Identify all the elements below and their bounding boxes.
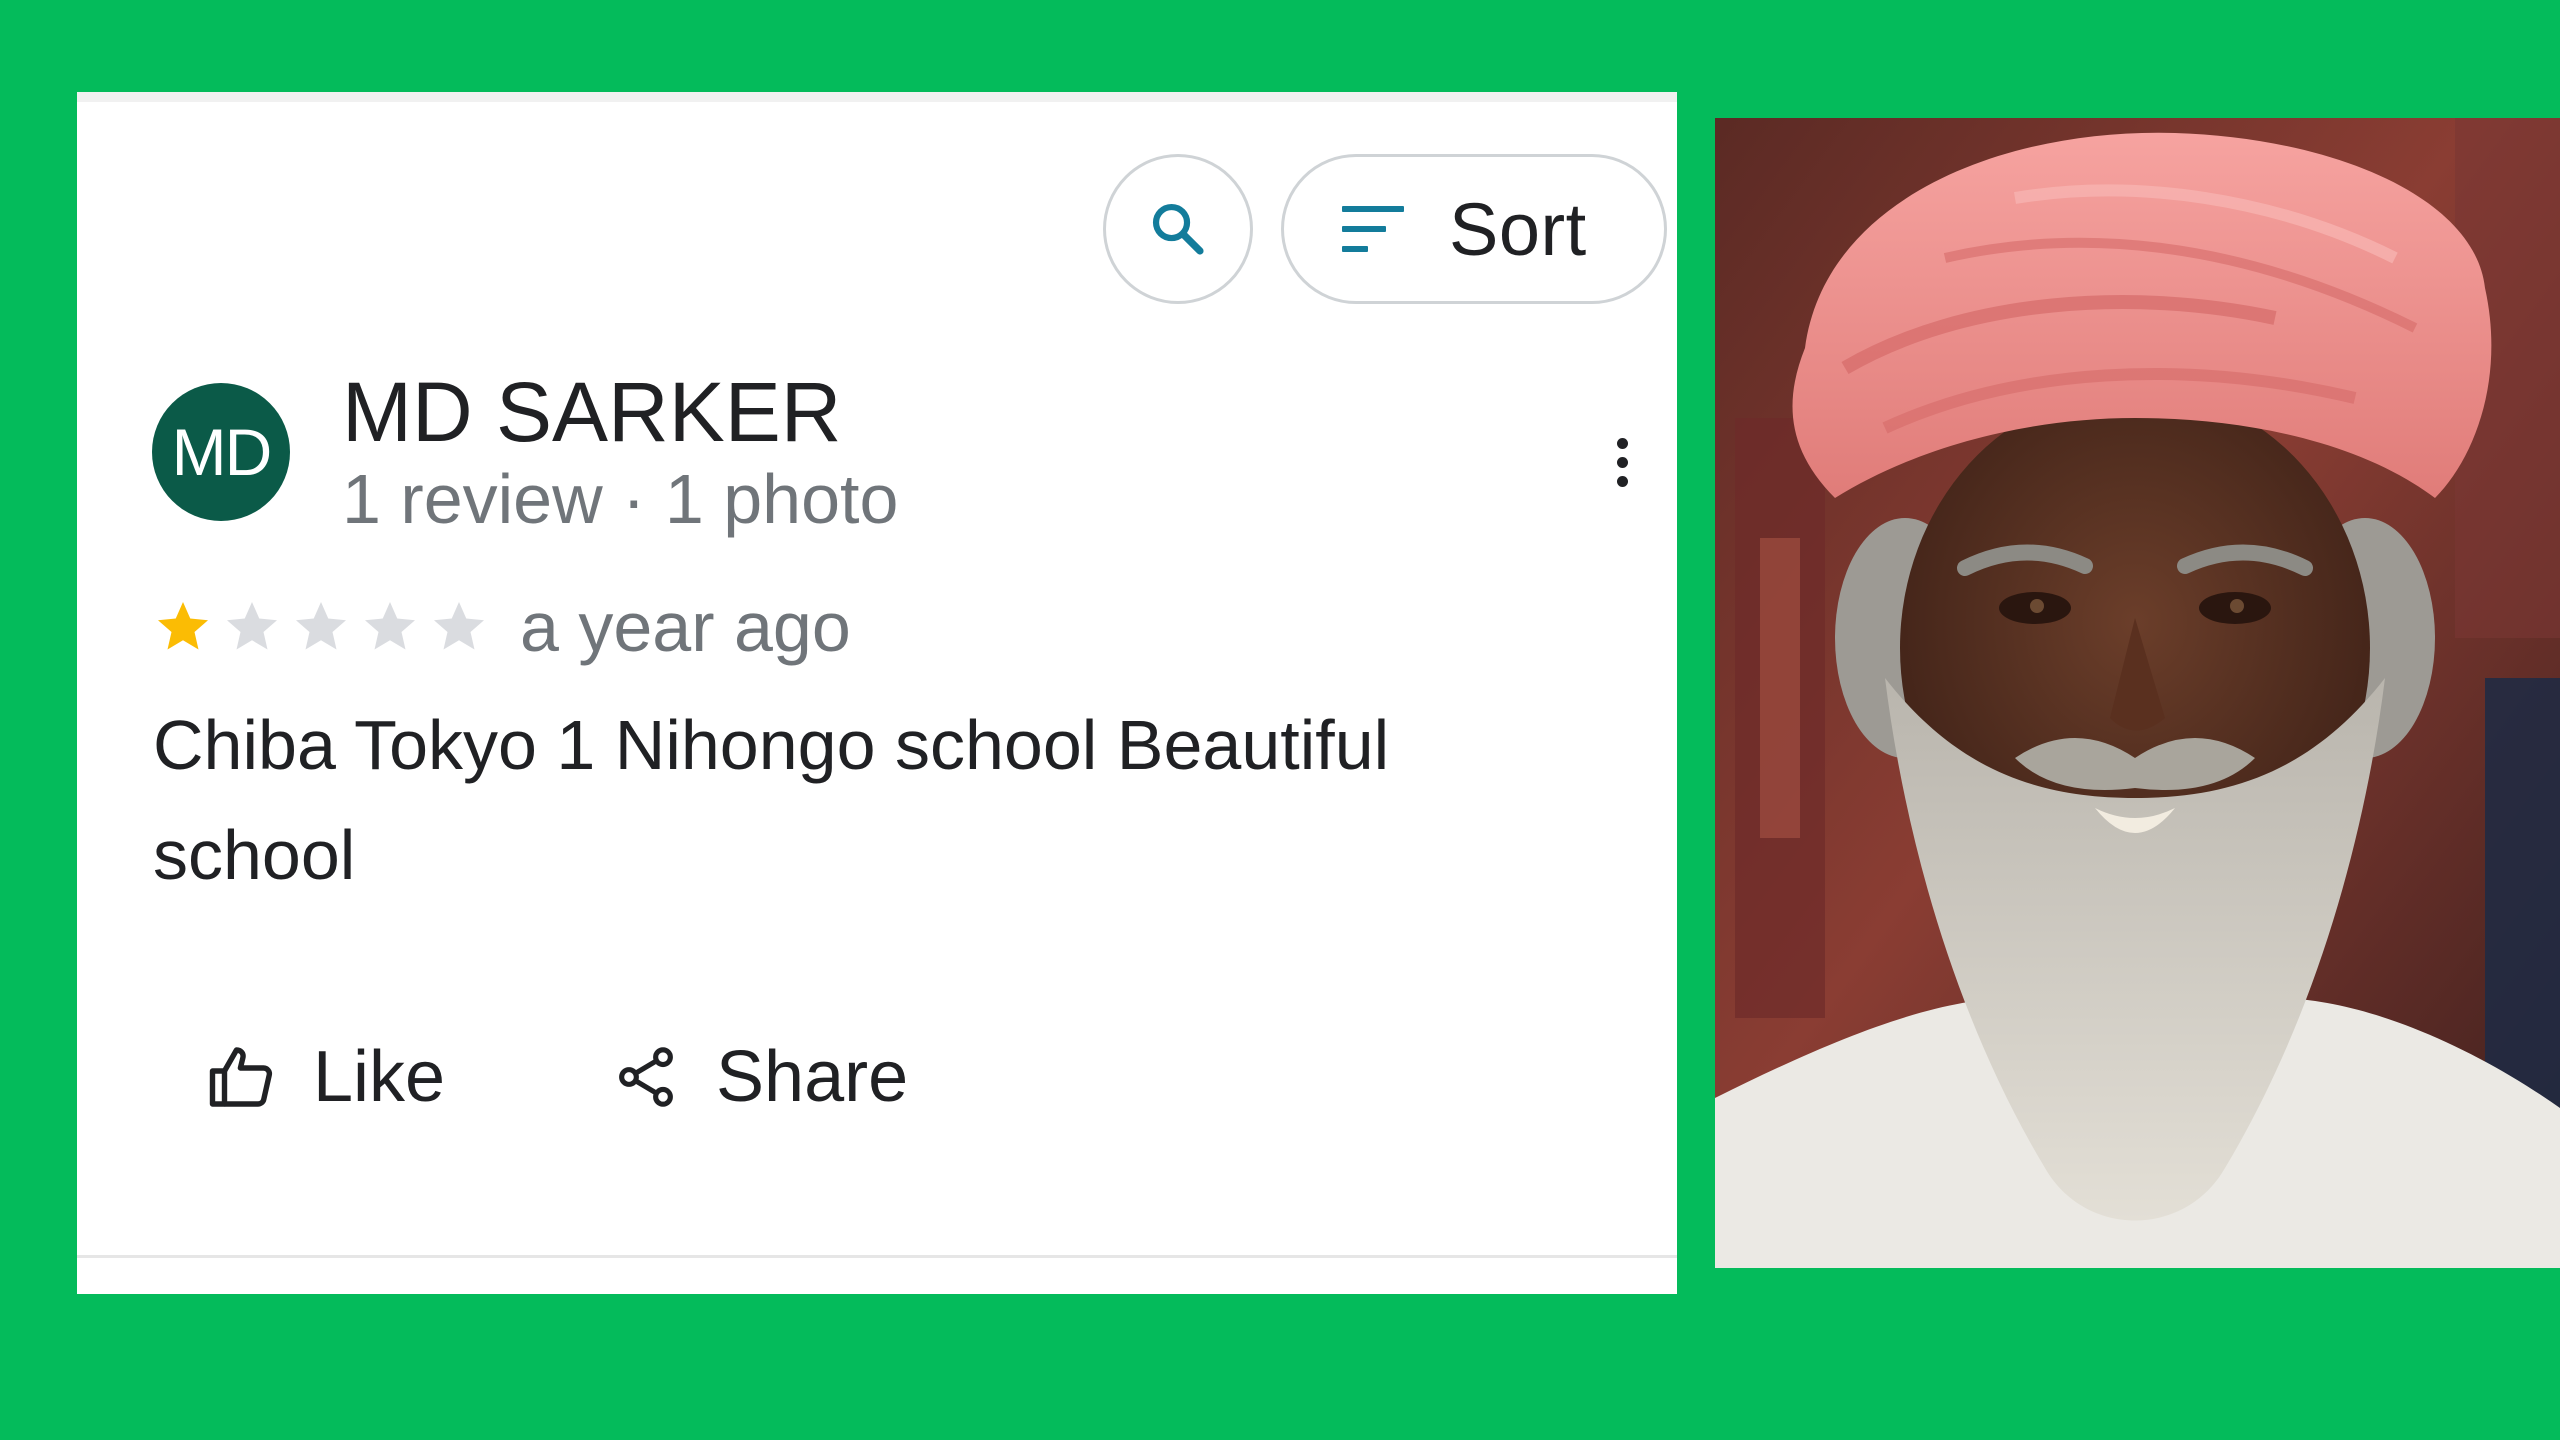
more-vert-icon-dot [1616,475,1628,487]
reviewer-name[interactable]: MD SARKER [342,370,841,454]
more-vert-icon-dot [1616,456,1628,468]
avatar[interactable]: MD [152,383,290,521]
divider-top [77,92,1677,102]
share-label: Share [716,1037,909,1117]
thumb-up-icon [209,1047,273,1107]
sort-button[interactable]: Sort [1281,154,1667,304]
sort-icon [1342,206,1404,252]
star-rating [153,597,489,657]
divider-bottom [77,1255,1677,1258]
review-text: Chiba Tokyo 1 Nihongo school Beautiful s… [153,706,1390,894]
reviewer-meta: 1 review · 1 photo [342,460,899,538]
avatar-initials: MD [171,415,273,489]
star-empty-icon [227,602,277,650]
share-button[interactable]: Share [612,1027,908,1127]
portrait-photo [1715,118,2560,1268]
review-time: a year ago [520,588,851,666]
search-icon [1152,203,1204,255]
search-button[interactable] [1103,154,1253,304]
star-empty-icon [365,602,415,650]
sort-label: Sort [1449,187,1587,271]
like-label: Like [313,1037,446,1117]
more-options-button[interactable] [1607,422,1637,502]
share-icon [619,1047,673,1107]
star-empty-icon [434,602,484,650]
like-button[interactable]: Like [205,1027,445,1127]
star-empty-icon [296,602,346,650]
more-vert-icon [1616,437,1628,449]
review-card: Sort MD MD SARKER 1 review · 1 photo a y… [77,92,1677,1294]
star-filled-icon [158,602,208,650]
